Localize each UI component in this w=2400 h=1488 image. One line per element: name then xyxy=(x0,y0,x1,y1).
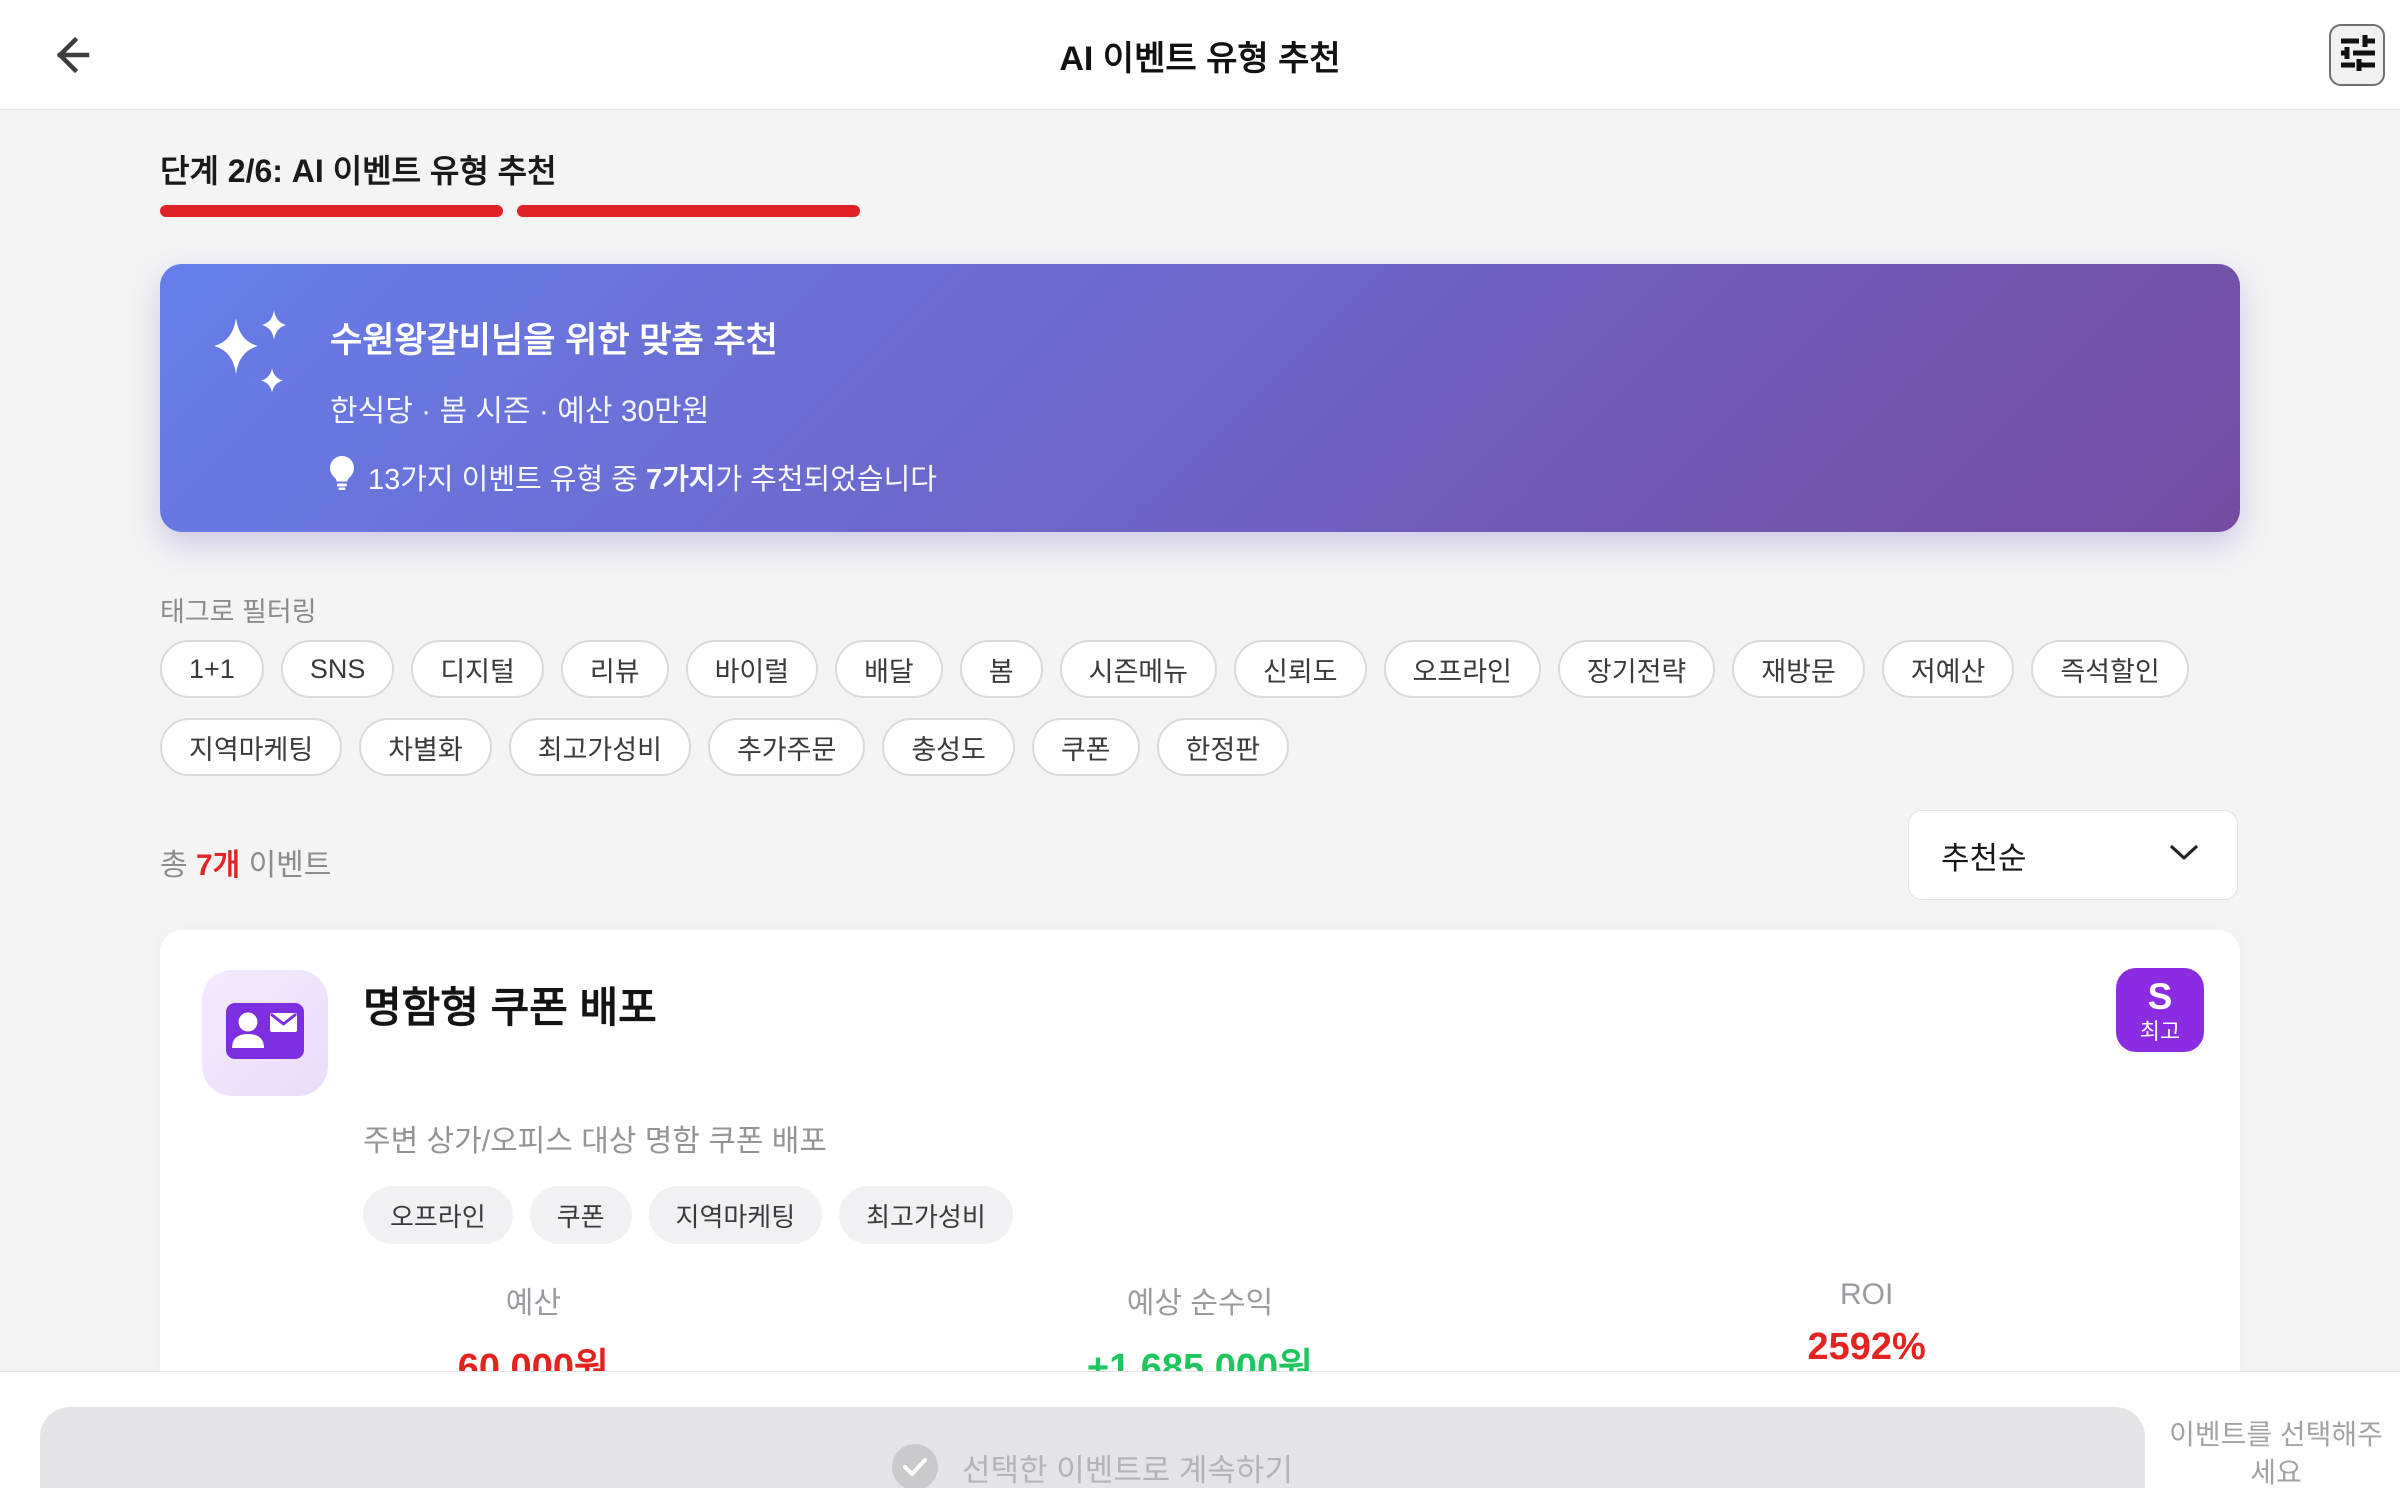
event-count: 7개 xyxy=(195,849,241,882)
lightbulb-icon xyxy=(330,456,354,498)
grade-badge: S 최고 xyxy=(2116,968,2204,1052)
progress-segment-1 xyxy=(160,205,503,217)
tag-pill-review[interactable]: 리뷰 xyxy=(560,640,669,698)
event-icon-tile xyxy=(202,970,328,1096)
tag-pill-loyalty[interactable]: 충성도 xyxy=(882,718,1015,776)
tag-pill-coupon[interactable]: 쿠폰 xyxy=(1031,718,1140,776)
tag-pill-sns[interactable]: SNS xyxy=(280,640,395,698)
event-tag-coupon: 쿠폰 xyxy=(529,1186,632,1244)
sort-dropdown[interactable]: 추천순 xyxy=(1908,810,2238,900)
select-hint-text: 이벤트를 선택해주 세요 xyxy=(2169,1419,2383,1488)
page-title: AI 이벤트 유형 추천 xyxy=(1059,39,1341,78)
event-tag-offline: 오프라인 xyxy=(363,1186,513,1244)
stat-budget-label: 예산 xyxy=(505,1287,561,1320)
banner-info-text: 13가지 이벤트 유형 중 7가지가 추천되었습니다 xyxy=(368,464,937,496)
event-card[interactable]: 명함형 쿠폰 배포 S 최고 주변 상가/오피스 대상 명함 쿠폰 배포 오프라… xyxy=(160,930,2240,1389)
tag-pill-trust[interactable]: 신뢰도 xyxy=(1234,640,1367,698)
event-title: 명함형 쿠폰 배포 xyxy=(363,984,657,1031)
progress-bar xyxy=(160,205,2240,217)
tag-pill-digital[interactable]: 디지털 xyxy=(411,640,544,698)
event-tag-local-marketing: 지역마케팅 xyxy=(648,1186,823,1244)
sparkles-icon xyxy=(206,308,302,409)
stat-roi-label: ROI xyxy=(1840,1278,1894,1311)
tag-pill-upsell[interactable]: 추가주문 xyxy=(707,718,866,776)
step-label: 단계 2/6: AI 이벤트 유형 추천 xyxy=(160,153,557,189)
grade-letter: S xyxy=(2147,975,2173,1017)
event-count-summary: 총 7개 이벤트 xyxy=(160,849,332,882)
check-circle-icon xyxy=(892,1444,939,1488)
tag-pill-viral[interactable]: 바이럴 xyxy=(685,640,819,698)
tag-pill-local-marketing[interactable]: 지역마케팅 xyxy=(160,718,343,776)
banner-info: 13가지 이벤트 유형 중 7가지가 추천되었습니다 xyxy=(330,456,937,498)
event-tag-best-value: 최고가성비 xyxy=(839,1186,1013,1244)
filter-settings-button[interactable] xyxy=(2329,24,2385,86)
tag-pill-1+1[interactable]: 1+1 xyxy=(160,640,264,698)
event-tag-list: 오프라인 쿠폰 지역마케팅 최고가성비 xyxy=(363,1186,1013,1244)
chevron-down-icon xyxy=(2169,844,2199,867)
tag-pill-seasonal-menu[interactable]: 시즌메뉴 xyxy=(1059,640,1217,698)
sliders-icon xyxy=(2339,33,2375,78)
continue-button-label: 선택한 이벤트로 계속하기 xyxy=(962,1452,1293,1488)
stat-roi-value: 2592% xyxy=(1807,1326,1926,1368)
tag-pill-differentiation[interactable]: 차별화 xyxy=(359,718,492,776)
progress-segment-2 xyxy=(517,205,860,217)
tag-pill-best-value[interactable]: 최고가성비 xyxy=(508,718,691,776)
stat-profit-label: 예상 순수익 xyxy=(1126,1287,1274,1320)
grade-label: 최고 xyxy=(2139,1018,2181,1044)
tag-pill-revisit[interactable]: 재방문 xyxy=(1732,640,1865,698)
tag-pill-delivery[interactable]: 배달 xyxy=(835,640,943,698)
banner-subtitle: 한식당 · 봄 시즌 · 예산 30만원 xyxy=(330,395,710,428)
tag-filter-label: 태그로 필터링 xyxy=(160,597,317,627)
recommendation-banner: 수원왕갈비님을 위한 맞춤 추천 한식당 · 봄 시즌 · 예산 30만원 13… xyxy=(160,264,2240,532)
sort-dropdown-value: 추천순 xyxy=(1941,840,2027,876)
tag-filter-list: 1+1 SNS 디지털 리뷰 바이럴 배달 봄 시즌메뉴 신뢰도 오프라인 장기… xyxy=(160,640,2250,776)
tag-pill-longterm[interactable]: 장기전략 xyxy=(1557,640,1716,698)
tag-pill-instant-discount[interactable]: 즉석할인 xyxy=(2031,640,2189,698)
bottom-bar: 선택한 이벤트로 계속하기 이벤트를 선택해주 세요 xyxy=(0,1371,2400,1488)
contact-card-icon xyxy=(226,1002,304,1064)
header: AI 이벤트 유형 추천 xyxy=(0,0,2400,110)
tag-pill-offline[interactable]: 오프라인 xyxy=(1383,640,1541,698)
banner-title: 수원왕갈비님을 위한 맞춤 추천 xyxy=(330,321,778,360)
tag-pill-limited[interactable]: 한정판 xyxy=(1156,718,1290,776)
event-description: 주변 상가/오피스 대상 명함 쿠폰 배포 xyxy=(363,1125,828,1158)
continue-button[interactable]: 선택한 이벤트로 계속하기 xyxy=(40,1407,2145,1488)
tag-pill-lowbudget[interactable]: 저예산 xyxy=(1881,640,2015,698)
tag-pill-spring[interactable]: 봄 xyxy=(959,640,1043,698)
